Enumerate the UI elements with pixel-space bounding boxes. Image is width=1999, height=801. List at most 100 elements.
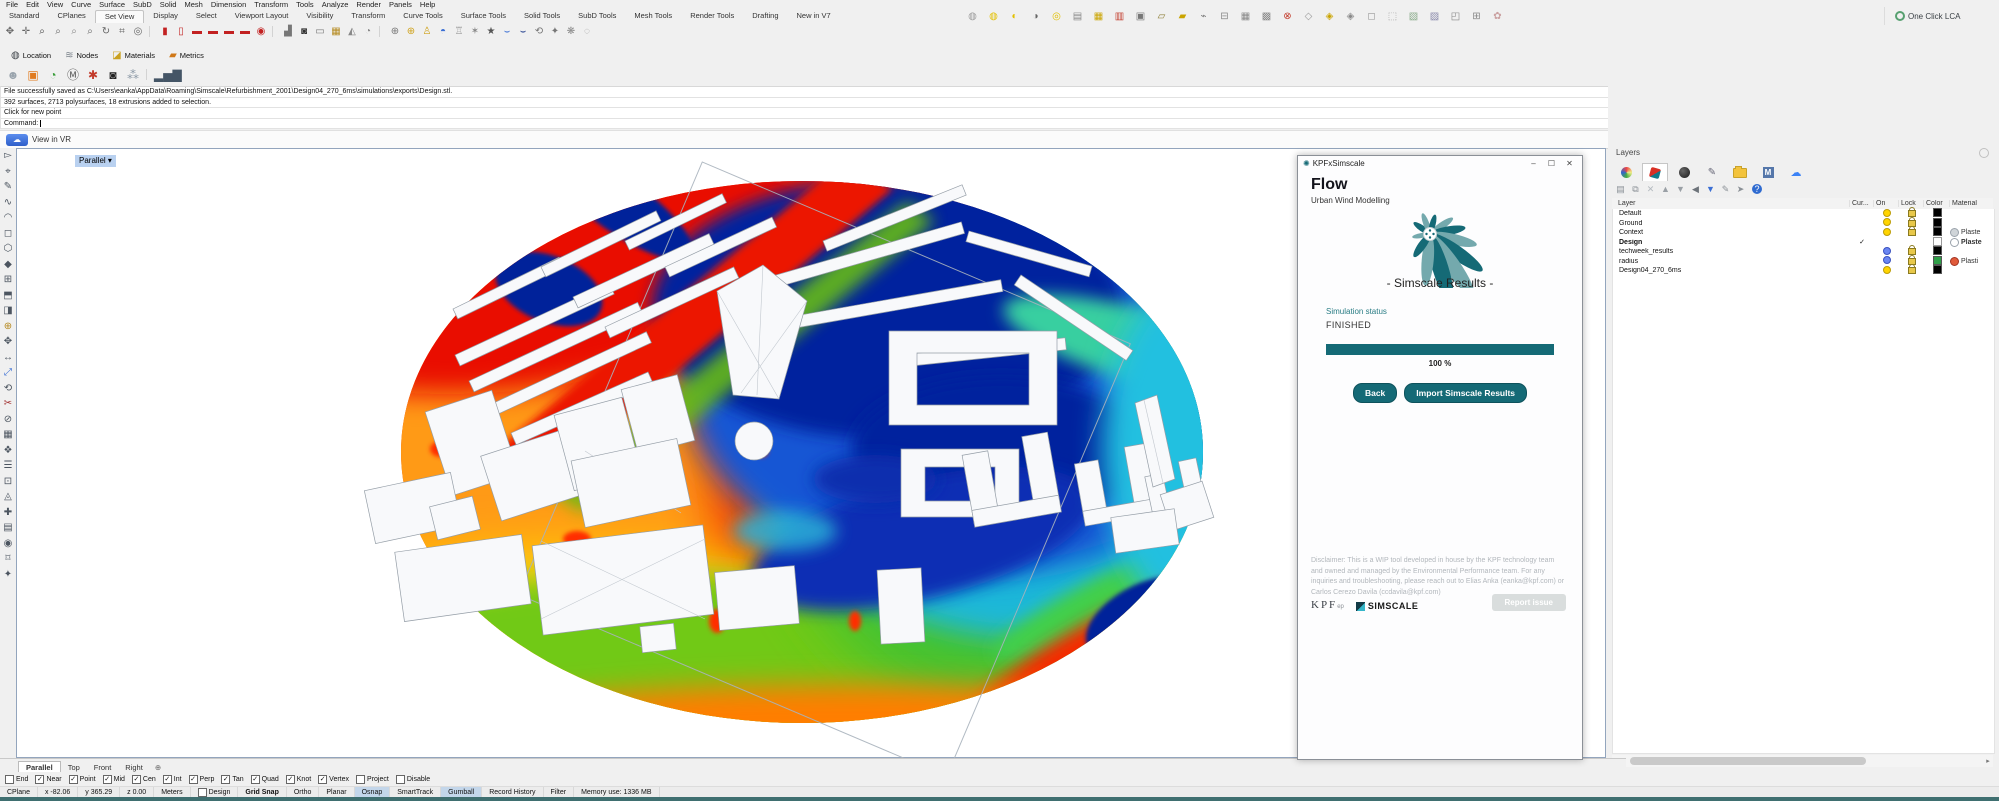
box-icon[interactable]: ◻: [1361, 9, 1382, 24]
panel-tab-cloud[interactable]: [1784, 164, 1808, 181]
red-outline-bar-icon[interactable]: ▯: [173, 24, 189, 39]
menu-help[interactable]: Help: [416, 0, 439, 10]
rotate-view-icon[interactable]: ↻: [98, 24, 114, 39]
clock-icon[interactable]: ◔: [360, 24, 376, 39]
menu-subd[interactable]: SubD: [129, 0, 156, 10]
lamp-on-icon[interactable]: ◍: [983, 9, 1004, 24]
report-issue-button[interactable]: Report issue: [1492, 594, 1566, 611]
osnap-knot[interactable]: ✓Knot: [286, 775, 311, 784]
flower-icon[interactable]: ❋: [563, 24, 579, 39]
flower2-icon[interactable]: ✿: [1487, 9, 1508, 24]
menu-file[interactable]: File: [2, 0, 22, 10]
menu-panels[interactable]: Panels: [385, 0, 416, 10]
mesh-icon[interactable]: ◬: [0, 489, 16, 505]
grid-icon[interactable]: ⌗: [114, 24, 130, 39]
delete-layer-icon[interactable]: ✕: [1644, 182, 1657, 197]
layers-tool-icon[interactable]: ☰: [0, 458, 16, 474]
plugin-flower-icon[interactable]: ✱: [83, 65, 103, 85]
toolbar-tab-viewport-layout[interactable]: Viewport Layout: [226, 10, 298, 23]
one-click-lca-button[interactable]: One Click LCA: [1884, 7, 1960, 25]
palette-metrics[interactable]: ▰Metrics: [162, 50, 211, 61]
save-view-icon[interactable]: ▦: [328, 24, 344, 39]
diamond-off-icon[interactable]: ◇: [1298, 9, 1319, 24]
panel-tab-pen[interactable]: [1700, 164, 1724, 181]
parent-layer-icon[interactable]: ◀: [1689, 182, 1702, 197]
viewport-projection-dropdown[interactable]: Parallel ▾: [75, 155, 116, 167]
menu-analyze[interactable]: Analyze: [318, 0, 353, 10]
osnap-end[interactable]: End: [5, 775, 28, 784]
curve-icon[interactable]: ✎: [0, 179, 16, 195]
compass-sun-icon[interactable]: ⊕: [403, 24, 419, 39]
palette-materials[interactable]: ◪Materials: [105, 50, 162, 61]
m-badge-icon[interactable]: Ⓜ: [63, 65, 83, 85]
toolbar-tab-visibility[interactable]: Visibility: [297, 10, 342, 23]
wheel-icon[interactable]: ◉: [253, 24, 269, 39]
account-icon[interactable]: ☻: [3, 65, 23, 85]
layer-visibility-cell[interactable]: [1874, 228, 1899, 238]
panel-tab-display[interactable]: [1672, 164, 1696, 181]
move-up-icon[interactable]: ▲: [1659, 182, 1672, 197]
osnap-cen[interactable]: ✓Cen: [132, 775, 156, 784]
arc-dark-icon[interactable]: ⌣: [515, 24, 531, 39]
kpfxsimscale-dialog[interactable]: ✺ KPFxSimscale – ☐ ✕ Flow Urban Wind Mod…: [1297, 155, 1583, 760]
package-icon[interactable]: ▣: [23, 65, 43, 85]
osnap-mid[interactable]: ✓Mid: [103, 775, 125, 784]
snapshot-icon[interactable]: ◙: [103, 65, 123, 85]
toolbar-tab-curve-tools[interactable]: Curve Tools: [394, 10, 451, 23]
camera-icon[interactable]: ◙: [296, 24, 312, 39]
freeform-curve-icon[interactable]: ∿: [0, 195, 16, 211]
surface-icon[interactable]: ◆: [0, 257, 16, 273]
grid2-icon[interactable]: ▦: [1235, 9, 1256, 24]
point-icon[interactable]: ⌖: [0, 164, 16, 180]
zoom-extents-icon[interactable]: ⌕: [82, 24, 98, 39]
view-in-vr-button[interactable]: View in VR: [32, 135, 71, 144]
trim-icon[interactable]: ✂: [0, 396, 16, 412]
diamond-on-icon[interactable]: ◈: [1319, 9, 1340, 24]
sparkle-icon[interactable]: ✦: [547, 24, 563, 39]
corner-icon[interactable]: ◰: [1445, 9, 1466, 24]
close-icon[interactable]: ✕: [1562, 159, 1577, 168]
layer-visibility-cell[interactable]: [1874, 209, 1899, 219]
toolbar-tab-mesh-tools[interactable]: Mesh Tools: [625, 10, 681, 23]
layer-lock-cell[interactable]: [1899, 227, 1924, 238]
menu-curve[interactable]: Curve: [67, 0, 95, 10]
panel-tab-materials[interactable]: M: [1756, 164, 1780, 181]
add-icon[interactable]: ✚: [0, 505, 16, 521]
rotate-icon[interactable]: ⟲: [0, 381, 16, 397]
scale-icon[interactable]: ↔: [0, 350, 16, 366]
arc-tool-icon[interactable]: ◠: [0, 210, 16, 226]
new-layer-icon[interactable]: ▤: [1614, 182, 1627, 197]
page-red-icon[interactable]: ▥: [1109, 9, 1130, 24]
toolbar-tab-cplanes[interactable]: CPlanes: [48, 10, 94, 23]
menu-mesh[interactable]: Mesh: [180, 0, 206, 10]
history-icon[interactable]: ◔: [43, 65, 63, 85]
layer-material-cell[interactable]: Plaste: [1950, 228, 1994, 237]
properties-icon[interactable]: ▤: [0, 520, 16, 536]
menu-solid[interactable]: Solid: [156, 0, 181, 10]
palette-nodes[interactable]: ≋Nodes: [58, 50, 105, 61]
panel-horizontal-scrollbar[interactable]: ◂ ▸: [1612, 755, 1993, 767]
menu-surface[interactable]: Surface: [95, 0, 129, 10]
osnap-tool-icon[interactable]: ◉: [0, 536, 16, 552]
lamp-dark-icon[interactable]: ◑: [1025, 9, 1046, 24]
gear-icon[interactable]: [1979, 148, 1989, 158]
grid-dense-icon[interactable]: ▩: [1256, 9, 1277, 24]
polygon-icon[interactable]: ⬡: [0, 241, 16, 257]
box-tool-icon[interactable]: ⊞: [0, 272, 16, 288]
panel-tab-layers[interactable]: [1642, 163, 1668, 181]
array-icon[interactable]: ▦: [0, 427, 16, 443]
layer-visibility-cell[interactable]: [1874, 218, 1899, 228]
lock-icon[interactable]: ▰: [1172, 9, 1193, 24]
back-button[interactable]: Back: [1353, 383, 1397, 403]
select-arrow-icon[interactable]: ▻: [0, 148, 16, 164]
delete-state-icon[interactable]: ⊗: [1277, 9, 1298, 24]
diamond-gray-icon[interactable]: ◈: [1340, 9, 1361, 24]
pan-icon[interactable]: ✥: [2, 24, 18, 39]
monitor-icon[interactable]: ▭: [312, 24, 328, 39]
globe-icon[interactable]: ◓: [435, 24, 451, 39]
panel-tab-folder[interactable]: [1728, 164, 1752, 181]
car-icon[interactable]: ▬: [221, 24, 237, 39]
undo-view-icon[interactable]: ⟲: [531, 24, 547, 39]
trophy-icon[interactable]: ♖: [451, 24, 467, 39]
car-icon[interactable]: ▬: [237, 24, 253, 39]
